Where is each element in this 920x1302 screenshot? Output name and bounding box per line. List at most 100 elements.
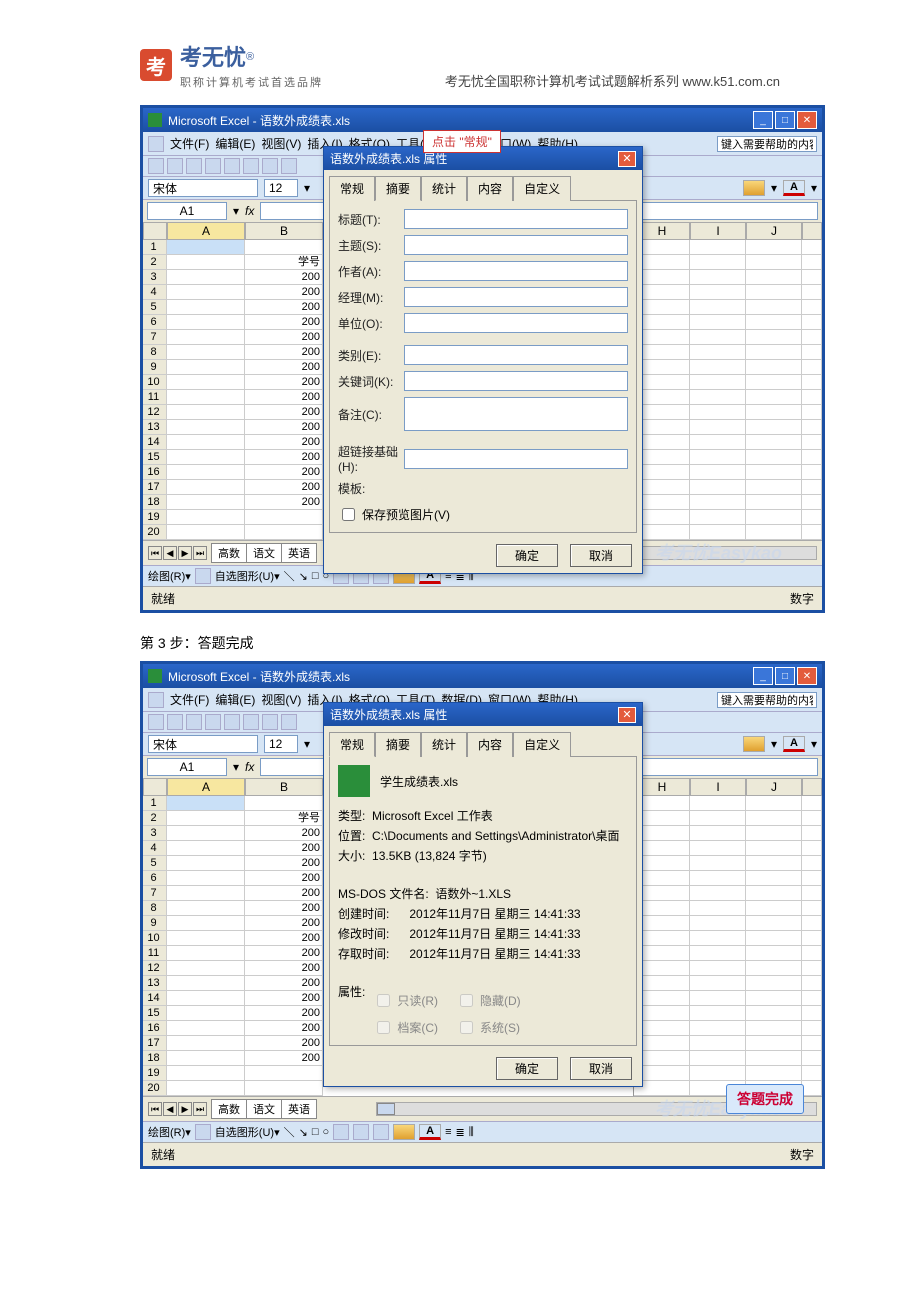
cell[interactable] <box>746 1036 802 1051</box>
row-number[interactable]: 8 <box>143 345 167 360</box>
cell[interactable] <box>167 480 245 495</box>
cell[interactable] <box>690 991 746 1006</box>
draw-menu[interactable]: 绘图(R)▾ <box>148 1124 191 1140</box>
cell[interactable]: 200 <box>245 871 323 886</box>
font-color-button[interactable]: A <box>783 736 805 752</box>
cell[interactable] <box>746 946 802 961</box>
cell[interactable]: 200 <box>245 465 323 480</box>
row-number[interactable]: 12 <box>143 961 167 976</box>
cell[interactable] <box>167 330 245 345</box>
cell[interactable] <box>690 1021 746 1036</box>
cell[interactable] <box>690 976 746 991</box>
cell[interactable] <box>746 841 802 856</box>
cell[interactable] <box>746 1021 802 1036</box>
row-number[interactable]: 19 <box>143 1066 167 1081</box>
cell[interactable] <box>167 1021 245 1036</box>
cell[interactable]: 200 <box>245 375 323 390</box>
spell-icon[interactable] <box>243 158 259 174</box>
cell[interactable] <box>690 856 746 871</box>
cell[interactable] <box>167 270 245 285</box>
cell[interactable] <box>167 450 245 465</box>
cell[interactable] <box>690 390 746 405</box>
font-name-input[interactable] <box>148 735 258 753</box>
column-header[interactable]: A <box>167 222 245 240</box>
cell[interactable]: 200 <box>245 961 323 976</box>
row-number[interactable]: 3 <box>143 826 167 841</box>
cell[interactable] <box>167 841 245 856</box>
tab-general[interactable]: 常规 <box>329 732 375 757</box>
tab-general[interactable]: 常规 <box>329 176 375 201</box>
row-number[interactable]: 6 <box>143 871 167 886</box>
column-header[interactable]: A <box>167 778 245 796</box>
new-icon[interactable] <box>148 714 164 730</box>
row-number[interactable]: 10 <box>143 375 167 390</box>
row-number[interactable]: 16 <box>143 465 167 480</box>
sheet-tab-gaoshu[interactable]: 高数 <box>211 543 247 563</box>
cell[interactable] <box>746 525 802 540</box>
cell[interactable] <box>690 1051 746 1066</box>
preview-icon[interactable] <box>224 714 240 730</box>
cell[interactable] <box>746 871 802 886</box>
cancel-button[interactable]: 取消 <box>570 1057 632 1080</box>
font-size-input[interactable] <box>264 735 298 753</box>
cell[interactable] <box>746 285 802 300</box>
cell[interactable]: 200 <box>245 826 323 841</box>
cell[interactable] <box>746 345 802 360</box>
cell[interactable] <box>690 1066 746 1081</box>
row-number[interactable]: 13 <box>143 976 167 991</box>
tab-nav-first[interactable]: ⏮ <box>148 546 162 560</box>
row-number[interactable]: 8 <box>143 901 167 916</box>
cell[interactable]: 200 <box>245 330 323 345</box>
new-icon[interactable] <box>148 158 164 174</box>
cell[interactable] <box>167 285 245 300</box>
cell[interactable] <box>167 991 245 1006</box>
cell[interactable] <box>802 300 822 315</box>
cell[interactable] <box>802 1036 822 1051</box>
row-number[interactable]: 17 <box>143 1036 167 1051</box>
tab-contents[interactable]: 内容 <box>467 176 513 201</box>
input-keywords[interactable] <box>404 371 628 391</box>
cell[interactable] <box>802 525 822 540</box>
tab-nav-prev[interactable]: ◀ <box>163 546 177 560</box>
chk-save-preview[interactable] <box>342 508 355 521</box>
cell[interactable] <box>746 255 802 270</box>
font-size-input[interactable] <box>264 179 298 197</box>
cell[interactable] <box>746 450 802 465</box>
cell[interactable] <box>167 465 245 480</box>
dialog-close-button[interactable]: ✕ <box>618 151 636 167</box>
row-number[interactable]: 17 <box>143 480 167 495</box>
select-icon[interactable] <box>195 1124 211 1140</box>
cell[interactable] <box>802 390 822 405</box>
cell[interactable] <box>802 510 822 525</box>
cell[interactable] <box>746 420 802 435</box>
cell[interactable] <box>746 886 802 901</box>
row-number[interactable]: 15 <box>143 1006 167 1021</box>
input-hyperlink[interactable] <box>404 449 628 469</box>
row-number[interactable]: 12 <box>143 405 167 420</box>
cell[interactable] <box>746 1066 802 1081</box>
row-number[interactable]: 7 <box>143 886 167 901</box>
menu-edit[interactable]: 编辑(E) <box>215 135 255 152</box>
cell[interactable] <box>690 886 746 901</box>
cell[interactable] <box>167 826 245 841</box>
cell[interactable] <box>245 1066 323 1081</box>
cell[interactable] <box>746 916 802 931</box>
menu-file[interactable]: 文件(F) <box>170 691 209 708</box>
input-author[interactable] <box>404 261 628 281</box>
cell[interactable] <box>690 270 746 285</box>
tab-nav-next[interactable]: ▶ <box>178 1102 192 1116</box>
row-number[interactable]: 10 <box>143 931 167 946</box>
minimize-button[interactable]: _ <box>753 667 773 685</box>
cell[interactable]: 200 <box>245 360 323 375</box>
tab-stats[interactable]: 统计 <box>421 176 467 201</box>
cell[interactable] <box>746 480 802 495</box>
sheet-tab-yingyu[interactable]: 英语 <box>281 543 317 563</box>
cell[interactable] <box>167 390 245 405</box>
row-number[interactable]: 18 <box>143 1051 167 1066</box>
fx-label[interactable]: fx <box>245 760 254 774</box>
research-icon[interactable] <box>262 158 278 174</box>
row-number[interactable]: 9 <box>143 360 167 375</box>
cell[interactable]: 200 <box>245 270 323 285</box>
cell[interactable] <box>746 510 802 525</box>
fill-color-button[interactable] <box>743 736 765 752</box>
